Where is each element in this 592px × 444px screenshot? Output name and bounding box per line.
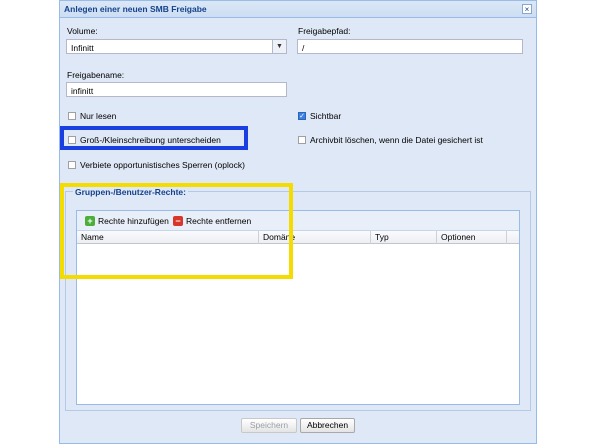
volume-label: Volume:: [67, 26, 98, 36]
visible-checkbox[interactable]: ✓: [298, 112, 306, 120]
chevron-down-icon[interactable]: ▼: [272, 40, 286, 53]
volume-select-value: Infinitt: [71, 43, 94, 53]
visible-label: Sichtbar: [310, 111, 342, 121]
archive-bit-checkbox[interactable]: [298, 136, 306, 144]
cancel-button[interactable]: Abbrechen: [300, 418, 355, 433]
share-name-value: infinitt: [71, 86, 94, 96]
oplock-label: Verbiete opportunistisches Sperren (oplo…: [80, 160, 245, 170]
rights-highlight-box: [60, 183, 293, 279]
read-only-label: Nur lesen: [80, 111, 117, 121]
share-name-label: Freigabename:: [67, 70, 125, 80]
close-icon[interactable]: ×: [522, 4, 532, 14]
read-only-checkbox[interactable]: [68, 112, 76, 120]
volume-select[interactable]: Infinitt ▼: [66, 39, 287, 54]
dialog-title: Anlegen einer neuen SMB Freigabe: [64, 4, 207, 14]
save-button[interactable]: Speichern: [241, 418, 297, 433]
case-sensitive-highlight-box: [60, 126, 248, 150]
column-header-options[interactable]: Optionen: [437, 231, 507, 244]
path-label: Freigabepfad:: [298, 26, 351, 36]
archive-bit-label: Archivbit löschen, wenn die Datei gesich…: [310, 135, 483, 145]
oplock-checkbox[interactable]: [68, 161, 76, 169]
share-name-field[interactable]: infinitt: [66, 82, 287, 97]
column-header-type[interactable]: Typ: [371, 231, 437, 244]
path-field-value: /: [302, 43, 305, 53]
dialog-titlebar[interactable]: Anlegen einer neuen SMB Freigabe ×: [60, 1, 536, 18]
path-field[interactable]: /: [297, 39, 523, 54]
